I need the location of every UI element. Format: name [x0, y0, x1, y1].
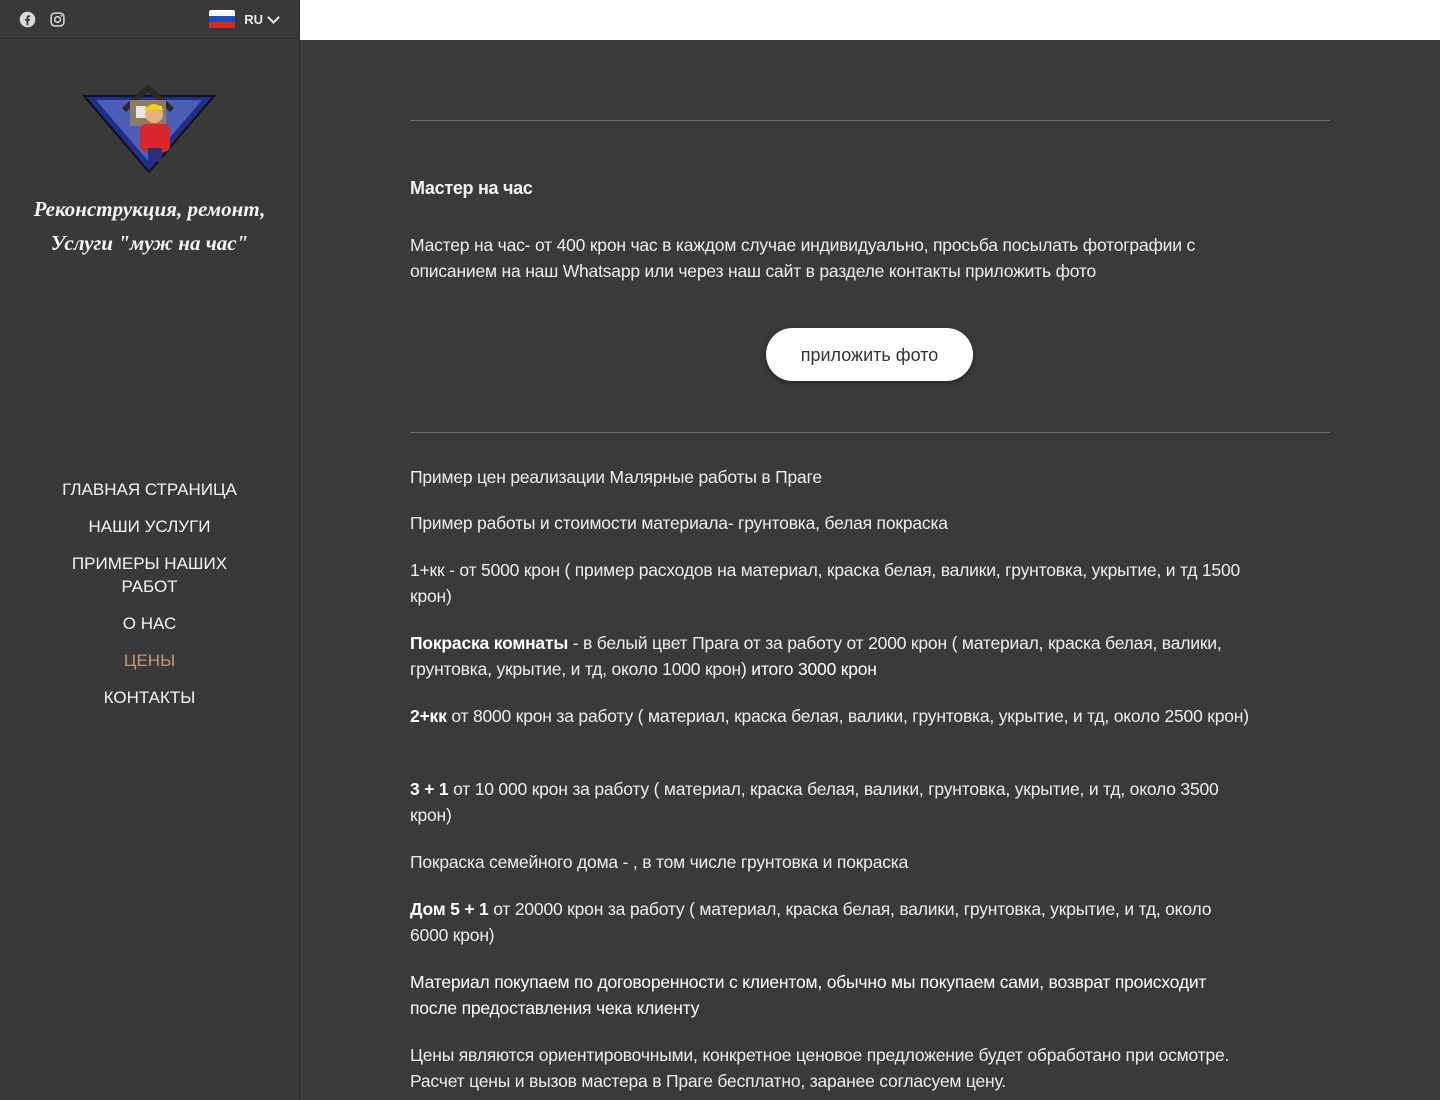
main-nav: ГЛАВНАЯ СТРАНИЦА НАШИ УСЛУГИ ПРИМЕРЫ НАШ… — [0, 478, 299, 723]
nav-item-about[interactable]: О НАС — [0, 612, 299, 635]
facebook-icon[interactable] — [19, 11, 36, 28]
nav-item-services[interactable]: НАШИ УСЛУГИ — [0, 515, 299, 538]
divider — [410, 120, 1330, 121]
site-title-line1: Реконструкция, ремонт, — [33, 197, 266, 221]
price-house-bold: Дом 5 + 1 — [410, 899, 489, 919]
language-code: RU — [244, 11, 263, 27]
example-subtitle: Пример работы и стоимости материала- гру… — [410, 513, 948, 533]
price-2kk: 2+кк от 8000 крон за работу ( материал, … — [410, 703, 1250, 729]
top-bar: RU — [0, 0, 299, 39]
nav-item-portfolio[interactable]: ПРИМЕРЫ НАШИХ РАБОТ — [0, 552, 299, 598]
nav-item-home[interactable]: ГЛАВНАЯ СТРАНИЦА — [0, 478, 299, 501]
house-title: Покраска семейного дома - , в том числе … — [410, 852, 909, 872]
company-logo[interactable] — [82, 78, 216, 174]
instagram-icon[interactable] — [49, 11, 66, 28]
price-room-total: итого 3000 крон — [751, 659, 877, 679]
price-house-text: от 20000 крон за работу ( материал, крас… — [410, 899, 1212, 945]
divider — [410, 432, 1330, 433]
sidebar: RU Реконструкция, ремонт, Услуги "муж на… — [0, 0, 300, 1100]
price-note: Цены являются ориентировочными, конкретн… — [410, 1045, 1230, 1091]
language-selector[interactable]: RU — [209, 10, 280, 28]
price-3-1: 3 + 1 от 10 000 крон за работу ( материа… — [410, 776, 1250, 828]
site-title: Реконструкция, ремонт, Услуги "муж на ча… — [0, 192, 299, 260]
site-title-line2: Услуги "муж на час" — [50, 231, 249, 255]
price-2kk-bold: 2+кк — [410, 706, 447, 726]
price-3-1-text: от 10 000 крон за работу ( материал, кра… — [410, 779, 1219, 825]
price-2kk-text: от 8000 крон за работу ( материал, краск… — [446, 706, 1249, 726]
top-white-bar — [300, 0, 1440, 40]
price-1kk: 1+кк - от 5000 крон ( пример расходов на… — [410, 560, 1241, 606]
example-title: Пример цен реализации Малярные работы в … — [410, 467, 822, 487]
nav-item-prices[interactable]: ЦЕНЫ — [0, 649, 299, 672]
price-3-1-bold: 3 + 1 — [410, 779, 449, 799]
material-note: Материал покупаем по договоренности с кл… — [410, 972, 1207, 1018]
attach-photo-button[interactable]: приложить фото — [766, 328, 973, 381]
nav-item-contacts[interactable]: КОНТАКТЫ — [0, 686, 299, 709]
price-house: Дом 5 + 1 от 20000 крон за работу ( мате… — [410, 896, 1250, 948]
price-room-bold: Покраска комнаты — [410, 633, 569, 653]
russia-flag-icon — [209, 10, 236, 28]
master-heading: Мастер на час — [410, 178, 533, 198]
master-text: Мастер на час- от 400 крон час в каждом … — [410, 235, 1196, 281]
price-room: Покраска комнаты - в белый цвет Прага от… — [410, 630, 1250, 682]
chevron-down-icon — [267, 10, 280, 24]
